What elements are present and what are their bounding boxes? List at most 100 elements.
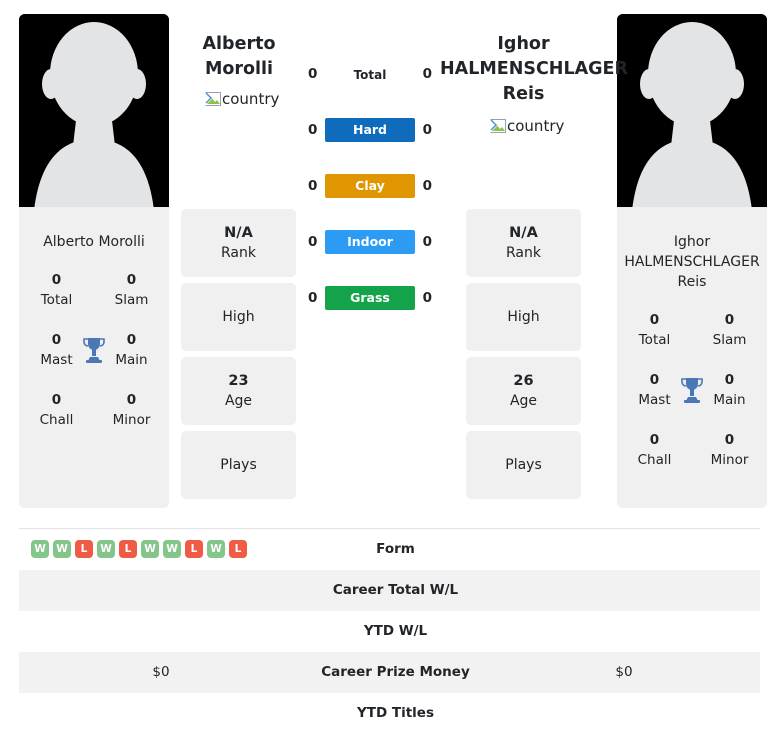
- h2h-total-left-score: 0: [308, 66, 318, 82]
- broken-image-icon: [205, 92, 221, 106]
- plays-label-right: Plays: [505, 457, 542, 473]
- h2h-clay-label[interactable]: Clay: [325, 174, 415, 198]
- h2h-indoor-left-score: 0: [308, 234, 318, 250]
- h2h-indoor-right-score: 0: [422, 234, 432, 250]
- h2h-row-grass: 0 Grass 0: [300, 286, 440, 314]
- age-label-left: Age: [224, 393, 253, 409]
- titles-total-left: 0 Total: [19, 270, 94, 330]
- age-value-left: 23: [228, 373, 249, 389]
- titles-panel-left: Alberto Morolli 0 Total 0 Slam 0 Mast 0 …: [19, 209, 169, 508]
- form-badge: L: [229, 540, 247, 559]
- age-label-right: Age: [509, 393, 538, 409]
- broken-image-icon: [490, 119, 506, 133]
- table-row-career-prize-money: $0 Career Prize Money $0: [19, 651, 760, 693]
- titles-total-left-label: Total: [40, 292, 73, 308]
- ytd-wl-right: [488, 611, 760, 652]
- player-photo-right[interactable]: [617, 14, 767, 221]
- h2h-row-total: 0 Total 0: [300, 62, 440, 90]
- titles-chall-right-num: 0: [649, 432, 660, 448]
- player-name-left-line1: Alberto: [202, 34, 276, 54]
- row-label-ytd-titles: YTD Titles: [357, 705, 434, 721]
- player-info-panel-right: N/A Rank High 26 Age Plays: [466, 209, 581, 505]
- titles-player-name-left: Alberto Morolli: [43, 234, 145, 250]
- info-cell-rank-left: N/A Rank: [181, 209, 296, 277]
- info-cell-high-left: High: [181, 283, 296, 351]
- player-name-right-line3: Reis: [502, 84, 545, 104]
- h2h-total-label[interactable]: Total: [325, 64, 415, 86]
- person-silhouette-icon: [19, 14, 169, 221]
- titles-chall-left-num: 0: [51, 392, 62, 408]
- titles-total-right-label: Total: [638, 332, 671, 348]
- titles-chall-left: 0 Chall: [19, 390, 94, 450]
- titles-total-left-num: 0: [51, 272, 62, 288]
- info-cell-rank-right: N/A Rank: [466, 209, 581, 277]
- form-badges-right: [488, 528, 760, 570]
- row-label-form: Form: [303, 528, 488, 570]
- titles-minor-left-label: Minor: [112, 412, 151, 428]
- titles-grid-right: 0 Total 0 Slam 0 Mast 0 Main 0 Chall 0 M…: [617, 310, 767, 490]
- titles-slam-left-label: Slam: [114, 292, 149, 308]
- player-name-left-line2: Morolli: [204, 59, 274, 79]
- row-label-ytd-wl: YTD W/L: [363, 623, 428, 639]
- h2h-clay-left-score: 0: [308, 178, 318, 194]
- career-prize-money-left: $0: [152, 664, 170, 680]
- h2h-hard-right-score: 0: [422, 122, 432, 138]
- titles-minor-left: 0 Minor: [94, 390, 169, 450]
- table-row-ytd-titles: YTD Titles: [19, 693, 760, 734]
- titles-chall-right-label: Chall: [637, 452, 672, 468]
- info-cell-age-right: 26 Age: [466, 357, 581, 425]
- table-row-form: WWLWLWWLWL Form: [19, 528, 760, 570]
- country-flag-left: country: [205, 90, 279, 108]
- titles-chall-left-label: Chall: [39, 412, 74, 428]
- h2h-grass-label[interactable]: Grass: [325, 286, 415, 310]
- form-badge: W: [97, 540, 115, 559]
- row-label-career-prize-money: Career Prize Money: [321, 664, 470, 680]
- titles-row-1-left: 0 Total 0 Slam: [19, 270, 169, 330]
- form-badge: W: [207, 540, 225, 559]
- comparison-table: WWLWLWWLWL Form Career Total W/L YTD W/L…: [19, 528, 760, 734]
- titles-minor-right: 0 Minor: [692, 430, 767, 490]
- trophy-icon: [83, 338, 105, 363]
- rank-value-right: N/A: [509, 225, 538, 241]
- trophy-icon: [681, 378, 703, 403]
- titles-total-right: 0 Total: [617, 310, 692, 370]
- titles-row-1-right: 0 Total 0 Slam: [617, 310, 767, 370]
- h2h-row-indoor: 0 Indoor 0: [300, 230, 440, 258]
- h2h-row-hard: 0 Hard 0: [300, 118, 440, 146]
- table-row-career-total-wl: Career Total W/L: [19, 569, 760, 611]
- player-name-right[interactable]: Ighor HALMENSCHLAGER Reis: [440, 32, 628, 107]
- titles-player-name-right-line1: Ighor: [673, 234, 711, 250]
- table-row-ytd-wl: YTD W/L: [19, 611, 760, 652]
- rank-value-left: N/A: [224, 225, 253, 241]
- career-prize-money-right: $0: [615, 664, 633, 680]
- form-badge: W: [141, 540, 159, 559]
- h2h-hard-label[interactable]: Hard: [325, 118, 415, 142]
- country-flag-right-alt: country: [507, 117, 565, 135]
- plays-label-left: Plays: [220, 457, 257, 473]
- titles-player-name-right-line3: Reis: [677, 274, 707, 290]
- titles-minor-right-label: Minor: [710, 452, 749, 468]
- form-badge: W: [31, 540, 49, 559]
- h2h-hard-left-score: 0: [308, 122, 318, 138]
- h2h-grass-left-score: 0: [308, 290, 318, 306]
- player-name-left[interactable]: Alberto Morolli: [183, 32, 295, 82]
- titles-player-name-right-line2: HALMENSCHLAGER: [624, 254, 760, 270]
- career-total-wl-right: [488, 570, 760, 611]
- ytd-titles-right: [488, 693, 760, 734]
- player-comparison-header: Alberto Morolli Ighor HALMENSCHLAGER Rei…: [0, 0, 779, 512]
- player-info-panel-left: N/A Rank High 23 Age Plays: [181, 209, 296, 505]
- player-photo-left[interactable]: [19, 14, 169, 221]
- info-cell-age-left: 23 Age: [181, 357, 296, 425]
- age-value-right: 26: [513, 373, 534, 389]
- form-badge: L: [119, 540, 137, 559]
- player-name-right-line2: HALMENSCHLAGER: [440, 59, 628, 79]
- info-cell-plays-left: Plays: [181, 431, 296, 499]
- player-name-right-line1: Ighor: [497, 34, 550, 54]
- h2h-total-right-score: 0: [422, 66, 432, 82]
- form-badge: W: [163, 540, 181, 559]
- titles-slam-right: 0 Slam: [692, 310, 767, 370]
- titles-chall-right: 0 Chall: [617, 430, 692, 490]
- ytd-titles-left: [19, 693, 303, 734]
- h2h-indoor-label[interactable]: Indoor: [325, 230, 415, 254]
- titles-slam-left: 0 Slam: [94, 270, 169, 330]
